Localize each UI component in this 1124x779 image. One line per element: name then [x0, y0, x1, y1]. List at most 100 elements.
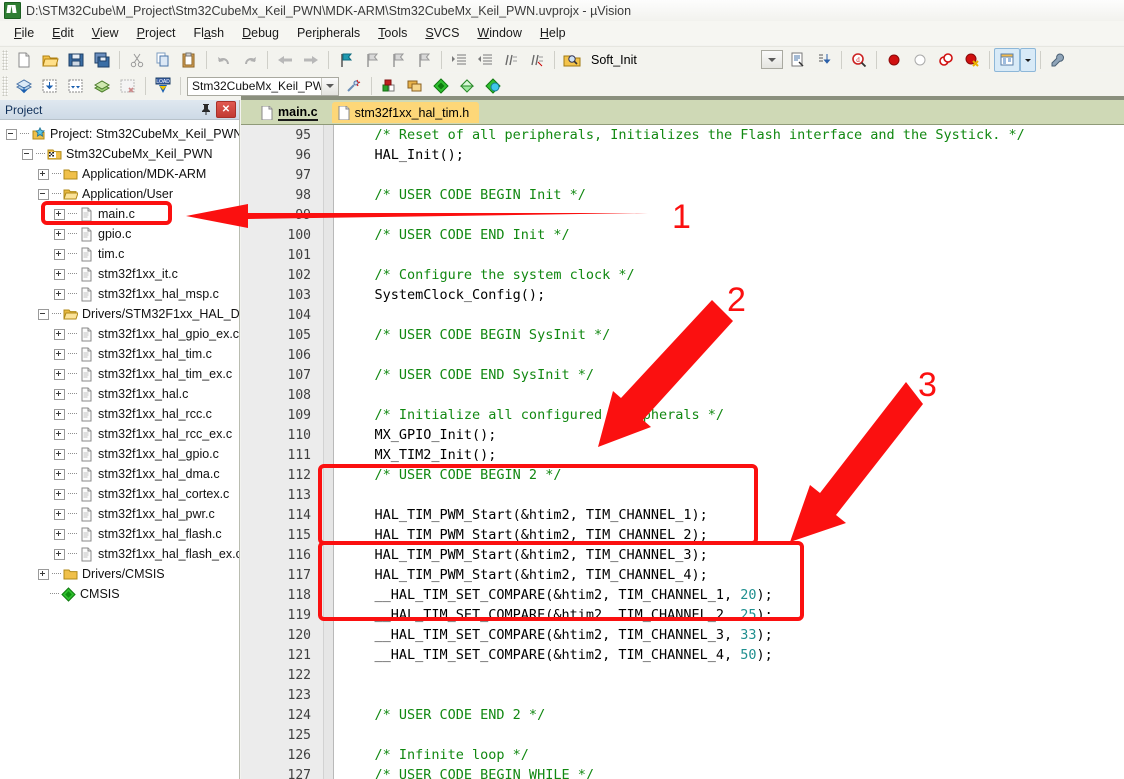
code-line[interactable]: 124 /* USER CODE END 2 */ — [241, 705, 1124, 725]
code-line[interactable]: 102 /* Configure the system clock */ — [241, 265, 1124, 285]
translate-icon[interactable] — [11, 74, 37, 98]
expand-icon[interactable] — [54, 488, 65, 500]
tree-item[interactable]: stm32f1xx_it.c — [0, 264, 239, 284]
expand-icon[interactable] — [54, 328, 65, 340]
code-lines[interactable]: 95 /* Reset of all peripherals, Initiali… — [241, 125, 1124, 779]
code-line[interactable]: 96 HAL_Init(); — [241, 145, 1124, 165]
tree-item[interactable]: Application/MDK-ARM — [0, 164, 239, 184]
code-line[interactable]: 108 — [241, 385, 1124, 405]
collapse-icon[interactable] — [38, 188, 49, 200]
tree-item[interactable]: stm32f1xx_hal_tim_ex.c — [0, 364, 239, 384]
tree-item[interactable]: Project: Stm32CubeMx_Keil_PWN — [0, 124, 239, 144]
breakpoint-disable-icon[interactable] — [907, 48, 933, 72]
tree-item[interactable]: gpio.c — [0, 224, 239, 244]
expand-icon[interactable] — [54, 228, 65, 240]
code-line[interactable]: 104 — [241, 305, 1124, 325]
tree-item[interactable]: stm32f1xx_hal_cortex.c — [0, 484, 239, 504]
expand-icon[interactable] — [54, 408, 65, 420]
expand-icon[interactable] — [54, 208, 65, 220]
configuration-wizard-icon[interactable] — [785, 48, 811, 72]
manage-runtime-env-icon[interactable] — [428, 74, 454, 98]
menu-item-tools[interactable]: Tools — [369, 23, 416, 43]
rebuild-icon[interactable] — [63, 74, 89, 98]
tree-item[interactable]: stm32f1xx_hal_msp.c — [0, 284, 239, 304]
comment-icon[interactable] — [498, 48, 524, 72]
breakpoint-kill-all-icon[interactable] — [933, 48, 959, 72]
tree-item-selected[interactable]: main.c — [0, 204, 239, 224]
manage-project-items-icon[interactable] — [376, 74, 402, 98]
breakpoint-insert-icon[interactable] — [881, 48, 907, 72]
editor-tab-stm32f1xx_hal_tim-h[interactable]: stm32f1xx_hal_tim.h — [331, 102, 480, 123]
code-line[interactable]: 117 HAL_TIM_PWM_Start(&htim2, TIM_CHANNE… — [241, 565, 1124, 585]
tree-item[interactable]: stm32f1xx_hal_dma.c — [0, 464, 239, 484]
menu-item-svcs[interactable]: SVCS — [416, 23, 468, 43]
code-line[interactable]: 119 __HAL_TIM_SET_COMPARE(&htim2, TIM_CH… — [241, 605, 1124, 625]
tree-item[interactable]: stm32f1xx_hal_tim.c — [0, 344, 239, 364]
expand-icon[interactable] — [54, 368, 65, 380]
save-icon[interactable] — [63, 48, 89, 72]
editor-tab-main-c[interactable]: main.c — [255, 102, 328, 123]
breakpoint-disable-all-icon[interactable] — [959, 48, 985, 72]
tree-item[interactable]: stm32f1xx_hal_gpio_ex.c — [0, 324, 239, 344]
menu-item-project[interactable]: Project — [128, 23, 185, 43]
tree-item[interactable]: stm32f1xx_hal_flash_ex.c — [0, 544, 239, 564]
code-line[interactable]: 112 /* USER CODE BEGIN 2 */ — [241, 465, 1124, 485]
code-line[interactable]: 111 MX_TIM2_Init(); — [241, 445, 1124, 465]
tree-item[interactable]: CMSIS — [0, 584, 239, 604]
menu-item-help[interactable]: Help — [531, 23, 575, 43]
code-line[interactable]: 97 — [241, 165, 1124, 185]
expand-icon[interactable] — [54, 548, 65, 560]
code-line[interactable]: 116 HAL_TIM_PWM_Start(&htim2, TIM_CHANNE… — [241, 545, 1124, 565]
code-line[interactable]: 115 HAL_TIM_PWM_Start(&htim2, TIM_CHANNE… — [241, 525, 1124, 545]
tree-item[interactable]: tim.c — [0, 244, 239, 264]
chevron-down-icon[interactable] — [321, 77, 338, 95]
code-line[interactable]: 125 — [241, 725, 1124, 745]
expand-icon[interactable] — [38, 168, 49, 180]
uncomment-icon[interactable] — [524, 48, 550, 72]
code-line[interactable]: 126 /* Infinite loop */ — [241, 745, 1124, 765]
undo-icon[interactable] — [211, 48, 237, 72]
outdent-icon[interactable] — [472, 48, 498, 72]
bookmark-toggle-icon[interactable] — [333, 48, 359, 72]
batch-build-icon[interactable] — [89, 74, 115, 98]
expand-icon[interactable] — [54, 388, 65, 400]
project-window-dropdown-arrow-icon[interactable] — [1019, 47, 1036, 72]
collapse-icon[interactable] — [38, 308, 49, 320]
code-line[interactable]: 106 — [241, 345, 1124, 365]
project-tree[interactable]: Project: Stm32CubeMx_Keil_PWN Stm32CubeMx… — [0, 120, 239, 779]
menu-item-debug[interactable]: Debug — [233, 23, 288, 43]
pin-icon[interactable] — [198, 102, 214, 118]
tree-item[interactable]: stm32f1xx_hal_rcc.c — [0, 404, 239, 424]
project-window-icon[interactable] — [993, 47, 1020, 72]
customize-tools-icon[interactable] — [1045, 48, 1071, 72]
navigate-back-icon[interactable] — [272, 48, 298, 72]
code-line[interactable]: 120 __HAL_TIM_SET_COMPARE(&htim2, TIM_CH… — [241, 625, 1124, 645]
menu-item-window[interactable]: Window — [468, 23, 530, 43]
toolbar-gripper[interactable] — [2, 49, 8, 70]
bookmark-next-icon[interactable] — [385, 48, 411, 72]
code-line[interactable]: 98 /* USER CODE BEGIN Init */ — [241, 185, 1124, 205]
menu-item-file[interactable]: File — [5, 23, 43, 43]
pack-installer-icon[interactable] — [454, 74, 480, 98]
code-line[interactable]: 110 MX_GPIO_Init(); — [241, 425, 1124, 445]
manage-multi-project-icon[interactable] — [402, 74, 428, 98]
toolbar-gripper[interactable] — [2, 76, 8, 96]
navigate-forward-icon[interactable] — [298, 48, 324, 72]
code-line[interactable]: 118 __HAL_TIM_SET_COMPARE(&htim2, TIM_CH… — [241, 585, 1124, 605]
expand-icon[interactable] — [54, 528, 65, 540]
save-all-icon[interactable] — [89, 48, 115, 72]
expand-icon[interactable] — [54, 468, 65, 480]
code-line[interactable]: 99 — [241, 205, 1124, 225]
tree-item[interactable]: Drivers/CMSIS — [0, 564, 239, 584]
expand-icon[interactable] — [54, 428, 65, 440]
find-icon[interactable]: d — [846, 48, 872, 72]
tree-item[interactable]: stm32f1xx_hal_pwr.c — [0, 504, 239, 524]
redo-icon[interactable] — [237, 48, 263, 72]
cut-icon[interactable] — [124, 48, 150, 72]
collapse-icon[interactable] — [22, 148, 33, 160]
code-line[interactable]: 122 — [241, 665, 1124, 685]
target-select[interactable]: Stm32CubeMx_Keil_PWN — [187, 76, 339, 96]
expand-icon[interactable] — [54, 348, 65, 360]
code-line[interactable]: 100 /* USER CODE END Init */ — [241, 225, 1124, 245]
code-line[interactable]: 95 /* Reset of all peripherals, Initiali… — [241, 125, 1124, 145]
